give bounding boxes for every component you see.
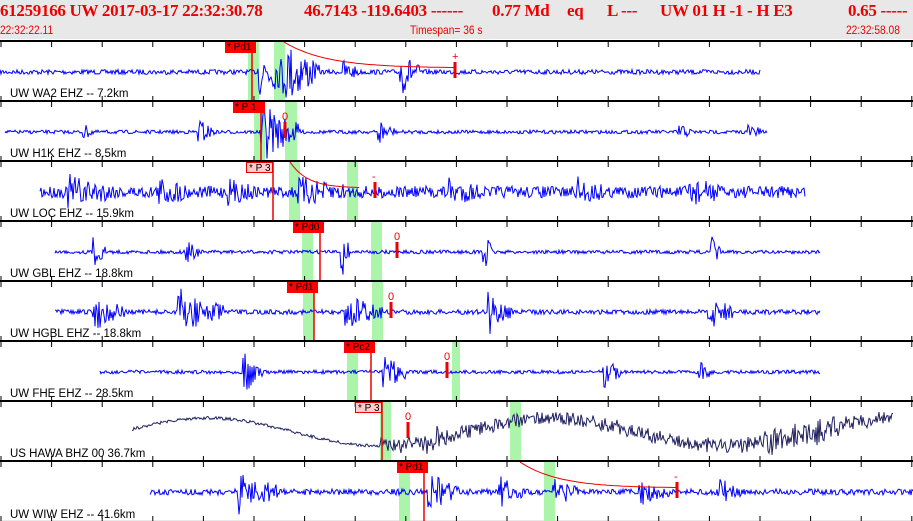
amplitude-marker-label: 0 bbox=[282, 111, 289, 123]
amplitude-marker bbox=[283, 122, 287, 138]
amplitude-marker bbox=[395, 242, 399, 258]
phase-pick-label[interactable]: * Pc2 bbox=[344, 342, 375, 353]
amplitude-marker-label: 0 bbox=[388, 291, 395, 303]
event-location: 46.7143 -119.6403 ------ bbox=[304, 1, 463, 20]
amplitude-marker-label: 0 bbox=[444, 351, 451, 363]
event-flag: L --- bbox=[607, 1, 638, 20]
amplitude-marker-label: 0 bbox=[394, 231, 401, 243]
event-magnitude: 0.77 Md bbox=[492, 1, 550, 20]
amplitude-marker bbox=[453, 62, 457, 78]
station-label: UW GBL EHZ -- 18.8km bbox=[10, 268, 133, 280]
trace-panel[interactable]: * Pd1 - UW WIW EHZ -- 41.6km bbox=[0, 460, 913, 521]
trace-canvas[interactable] bbox=[0, 460, 913, 521]
amplitude-marker bbox=[406, 422, 410, 438]
amplitude-marker bbox=[389, 302, 393, 318]
station-label: UW WIW EHZ -- 41.6km bbox=[10, 509, 136, 521]
trace-panel[interactable]: * Pc2 0 UW FHE EHZ -- 28.5km bbox=[0, 340, 913, 400]
amplitude-marker bbox=[675, 482, 679, 498]
waveform bbox=[149, 474, 913, 515]
amplitude-marker-label: - bbox=[372, 171, 376, 183]
phase-window bbox=[510, 402, 521, 460]
start-time: 22:32:22.11 bbox=[0, 23, 54, 37]
amplitude-marker bbox=[373, 182, 377, 198]
quality: 0.65 ----- bbox=[848, 1, 908, 20]
trace-canvas[interactable] bbox=[0, 220, 913, 280]
station-label: UW H1K EHZ -- 8.5km bbox=[10, 148, 127, 160]
trace-panel[interactable]: * Pd0 0 UW GBL EHZ -- 18.8km bbox=[0, 220, 913, 280]
phase-pick-label[interactable]: * Pd1 bbox=[397, 462, 428, 473]
trace-canvas[interactable] bbox=[0, 40, 913, 100]
amplitude-marker-label: - bbox=[674, 471, 678, 483]
trace-canvas[interactable] bbox=[0, 100, 913, 160]
network-info: UW 01 H -1 - H E3 bbox=[660, 1, 793, 20]
station-label: UW WA2 EHZ -- 7.2km bbox=[10, 88, 129, 100]
end-time: 22:32:58.08 bbox=[846, 23, 900, 37]
event-id: 61259166 UW 2017-03-17 22:32:30.78 bbox=[0, 1, 263, 20]
time-header: 22:32:22.11 Timespan= 36 s 22:32:58.08 bbox=[0, 22, 913, 38]
station-label: US HAWA BHZ 00 36.7km bbox=[10, 448, 146, 460]
phase-pick-label[interactable]: * Pd0 bbox=[293, 222, 324, 233]
event-type: eq bbox=[567, 1, 584, 20]
phase-pick-label[interactable]: * P 1 bbox=[233, 102, 265, 113]
amplitude-marker-label: 0 bbox=[405, 411, 412, 423]
amplitude-marker bbox=[445, 362, 449, 378]
phase-pick-label[interactable]: * P 3 bbox=[355, 402, 382, 414]
waveform bbox=[54, 288, 821, 334]
trace-canvas[interactable] bbox=[0, 340, 913, 400]
timespan: Timespan= 36 s bbox=[410, 23, 483, 37]
event-header: 61259166 UW 2017-03-17 22:32:30.78 46.71… bbox=[0, 0, 913, 21]
station-label: UW FHE EHZ -- 28.5km bbox=[10, 388, 134, 400]
trace-panel[interactable]: * Pd1 + UW WA2 EHZ -- 7.2km bbox=[0, 40, 913, 100]
waveform bbox=[39, 173, 806, 208]
trace-panel[interactable]: * P 3 - UW LOC EHZ -- 15.9km bbox=[0, 160, 913, 220]
trace-panel[interactable]: * Pd1 0 UW HGBL EHZ -- 18.8km bbox=[0, 280, 913, 340]
phase-pick-label[interactable]: * Pd1 bbox=[225, 42, 256, 53]
trace-canvas[interactable] bbox=[0, 160, 913, 220]
amplitude-marker-label: + bbox=[452, 51, 459, 63]
phase-pick-label[interactable]: * P 3 bbox=[246, 162, 273, 174]
seismogram-panels[interactable]: * Pd1 + UW WA2 EHZ -- 7.2km * P 1 0 UW H1K EH… bbox=[0, 39, 913, 521]
coda-fit-curve bbox=[283, 42, 455, 68]
waveform bbox=[54, 236, 821, 275]
trace-panel[interactable]: * P 1 0 UW H1K EHZ -- 8.5km bbox=[0, 100, 913, 160]
coda-fit-curve bbox=[519, 462, 676, 488]
station-label: UW HGBL EHZ -- 18.8km bbox=[10, 328, 142, 340]
station-label: UW LOC EHZ -- 15.9km bbox=[10, 208, 134, 220]
phase-pick-label[interactable]: * Pd1 bbox=[287, 282, 318, 293]
trace-panel[interactable]: * P 3 0 US HAWA BHZ 00 36.7km bbox=[0, 400, 913, 460]
